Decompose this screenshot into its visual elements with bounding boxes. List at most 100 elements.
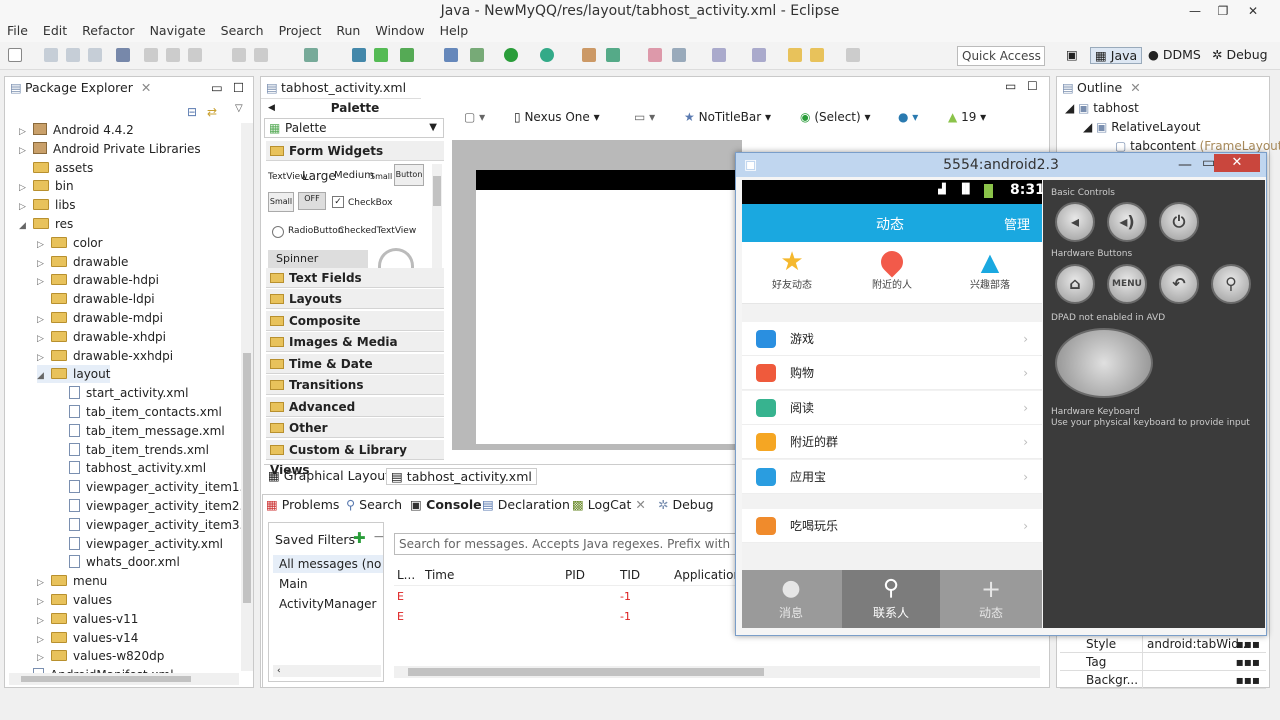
tree-item[interactable]: ▷ color xyxy=(37,234,103,252)
tab-search[interactable]: ⚲ Search xyxy=(346,497,402,512)
resume-icon[interactable] xyxy=(144,48,158,62)
widget-medium-text[interactable]: Medium xyxy=(334,170,374,181)
print-icon[interactable] xyxy=(88,48,102,62)
tab-contacts[interactable]: ⚲ 联系人 xyxy=(842,570,940,628)
expand-arrow-icon[interactable]: ◢ xyxy=(37,367,51,385)
tree-item[interactable]: ▷ drawable-hdpi xyxy=(37,271,159,289)
open-type-icon[interactable] xyxy=(648,48,662,62)
qq-manage-button[interactable]: 管理 xyxy=(1004,214,1030,233)
list-item[interactable]: 游戏 › xyxy=(742,322,1042,356)
widget-large-text[interactable]: Large xyxy=(302,169,336,183)
menu-run[interactable]: Run xyxy=(329,22,368,40)
pin-icon[interactable] xyxy=(752,48,766,62)
maximize-view-icon[interactable]: ☐ xyxy=(233,77,244,99)
back-arrow-icon[interactable]: ↶ xyxy=(1159,264,1199,304)
filter-activity-manager[interactable]: ActivityManager xyxy=(279,597,376,611)
tree-item[interactable]: ▷ values xyxy=(37,591,112,609)
widget-checked-textview[interactable]: CheckedTextView xyxy=(338,226,416,236)
more-icon[interactable]: ▪▪▪ xyxy=(1236,635,1260,653)
menu-window[interactable]: Window xyxy=(368,22,432,40)
expand-arrow-icon[interactable]: ▷ xyxy=(37,593,51,611)
tree-item[interactable]: drawable-ldpi xyxy=(37,290,155,308)
collapse-all-icon[interactable]: ⊟ xyxy=(187,105,197,119)
category-other[interactable]: Other xyxy=(266,418,444,438)
col-level[interactable]: L... xyxy=(397,564,415,586)
property-row-tag[interactable]: Tag ▪▪▪ xyxy=(1060,653,1266,671)
expand-arrow-icon[interactable]: ▷ xyxy=(37,349,51,367)
back-dropdown-icon[interactable] xyxy=(810,48,824,62)
tree-item[interactable]: ▷ drawable-mdpi xyxy=(37,309,163,327)
category-text-fields[interactable]: Text Fields xyxy=(266,268,444,288)
minimize-view-icon[interactable]: ▭ xyxy=(211,77,223,99)
avd-manager-icon[interactable] xyxy=(374,48,388,62)
menu-project[interactable]: Project xyxy=(272,22,330,40)
locale-icon[interactable]: ● ▾ xyxy=(898,110,918,124)
lint-icon[interactable] xyxy=(400,48,414,62)
expand-arrow-icon[interactable]: ▷ xyxy=(19,198,33,216)
expand-arrow-icon[interactable]: ▷ xyxy=(37,649,51,667)
tree-item[interactable]: tab_item_trends.xml xyxy=(55,441,209,459)
new-package-icon[interactable] xyxy=(606,48,620,62)
logcat-search-input[interactable]: Search for messages. Accepts Java regexe… xyxy=(394,533,736,555)
tab-logcat[interactable]: ▩ LogCat ✕ xyxy=(572,497,646,512)
editor-minimize-icon[interactable]: ▭ xyxy=(1005,79,1016,93)
table-row[interactable]: E -1 xyxy=(394,590,734,608)
close-logcat-icon[interactable]: ✕ xyxy=(635,497,645,512)
theme-selector[interactable]: ★ NoTitleBar ▾ xyxy=(684,110,771,124)
menu-edit[interactable]: Edit xyxy=(36,22,75,40)
save-icon[interactable] xyxy=(44,48,58,62)
new-icon[interactable] xyxy=(8,48,22,62)
tree-item[interactable]: ▷ drawable-xxhdpi xyxy=(37,347,173,365)
emulator-close-button[interactable]: ✕ xyxy=(1214,154,1260,172)
tab-trends[interactable]: + 动态 xyxy=(942,570,1040,628)
more-icon[interactable]: ▪▪▪ xyxy=(1236,671,1260,689)
menu-button[interactable]: MENU xyxy=(1107,264,1147,304)
tree-item[interactable]: tab_item_message.xml xyxy=(55,422,225,440)
editor-tab[interactable]: ▤ tabhost_activity.xml ✕ xyxy=(261,77,421,117)
tree-item[interactable]: ▷ values-w820dp xyxy=(37,647,164,665)
category-advanced[interactable]: Advanced xyxy=(266,397,444,417)
expand-arrow-icon[interactable]: ▷ xyxy=(37,255,51,273)
expand-arrow-icon[interactable]: ▷ xyxy=(37,612,51,630)
volume-down-icon[interactable]: ◂ xyxy=(1055,202,1095,242)
expand-arrow-icon[interactable]: ▷ xyxy=(19,123,33,141)
editor-maximize-icon[interactable]: ☐ xyxy=(1027,79,1038,93)
filters-scrollbar[interactable]: ‹ xyxy=(273,665,381,677)
api-selector[interactable]: ▲ 19 ▾ xyxy=(948,110,986,124)
tree-item[interactable]: ▷ Android 4.4.2 xyxy=(19,121,134,139)
add-filter-icon[interactable]: ✚ xyxy=(353,529,366,547)
menu-refactor[interactable]: Refactor xyxy=(75,22,142,40)
tab-messages[interactable]: ● 消息 xyxy=(742,570,840,628)
list-item[interactable]: 购物 › xyxy=(742,356,1042,390)
more-icon[interactable]: ▪▪▪ xyxy=(1236,653,1260,671)
step-over-icon[interactable] xyxy=(254,48,268,62)
remove-filter-icon[interactable]: − xyxy=(373,529,385,545)
link-editor-icon[interactable]: ⇄ xyxy=(207,105,217,119)
tree-item[interactable]: viewpager_activity_item1.x xyxy=(55,478,250,496)
emulator-title-bar[interactable]: ▣ 5554:android2.3 — ▭ xyxy=(736,153,1266,177)
list-item[interactable]: 阅读 › xyxy=(742,391,1042,425)
tree-item[interactable]: ▷ drawable-xhdpi xyxy=(37,328,166,346)
category-custom-library[interactable]: Custom & Library Views xyxy=(266,440,444,477)
list-item[interactable]: 应用宝 › xyxy=(742,460,1042,494)
outline-tab[interactable]: ▤ Outline ✕ xyxy=(1057,77,1269,99)
widget-small-button[interactable]: Small xyxy=(268,192,294,212)
tab-declaration[interactable]: ▤ Declaration xyxy=(482,497,570,512)
power-icon[interactable]: ⏻ xyxy=(1159,202,1199,242)
tree-item[interactable]: tab_item_contacts.xml xyxy=(55,403,222,421)
save-all-icon[interactable] xyxy=(66,48,80,62)
tree-item[interactable]: whats_door.xml xyxy=(55,553,180,571)
perspective-ddms[interactable]: ● DDMS xyxy=(1148,47,1201,62)
step-into-icon[interactable] xyxy=(232,48,246,62)
category-form-widgets[interactable]: Form Widgets xyxy=(266,141,444,161)
shortcut-nearby[interactable]: 附近的人 xyxy=(862,246,922,291)
config-chooser-icon[interactable]: ▢ ▾ xyxy=(464,110,485,124)
run-icon[interactable] xyxy=(504,48,518,62)
table-row[interactable]: E -1 xyxy=(394,610,734,628)
outline-node-tabhost[interactable]: ◢ ▣ tabhost xyxy=(1065,101,1139,115)
col-application[interactable]: Application xyxy=(674,564,741,586)
expand-arrow-icon[interactable]: ◢ xyxy=(19,217,33,235)
annotation-icon[interactable] xyxy=(712,48,726,62)
close-view-icon[interactable]: ✕ xyxy=(141,80,151,95)
horizontal-scrollbar[interactable] xyxy=(9,673,239,685)
